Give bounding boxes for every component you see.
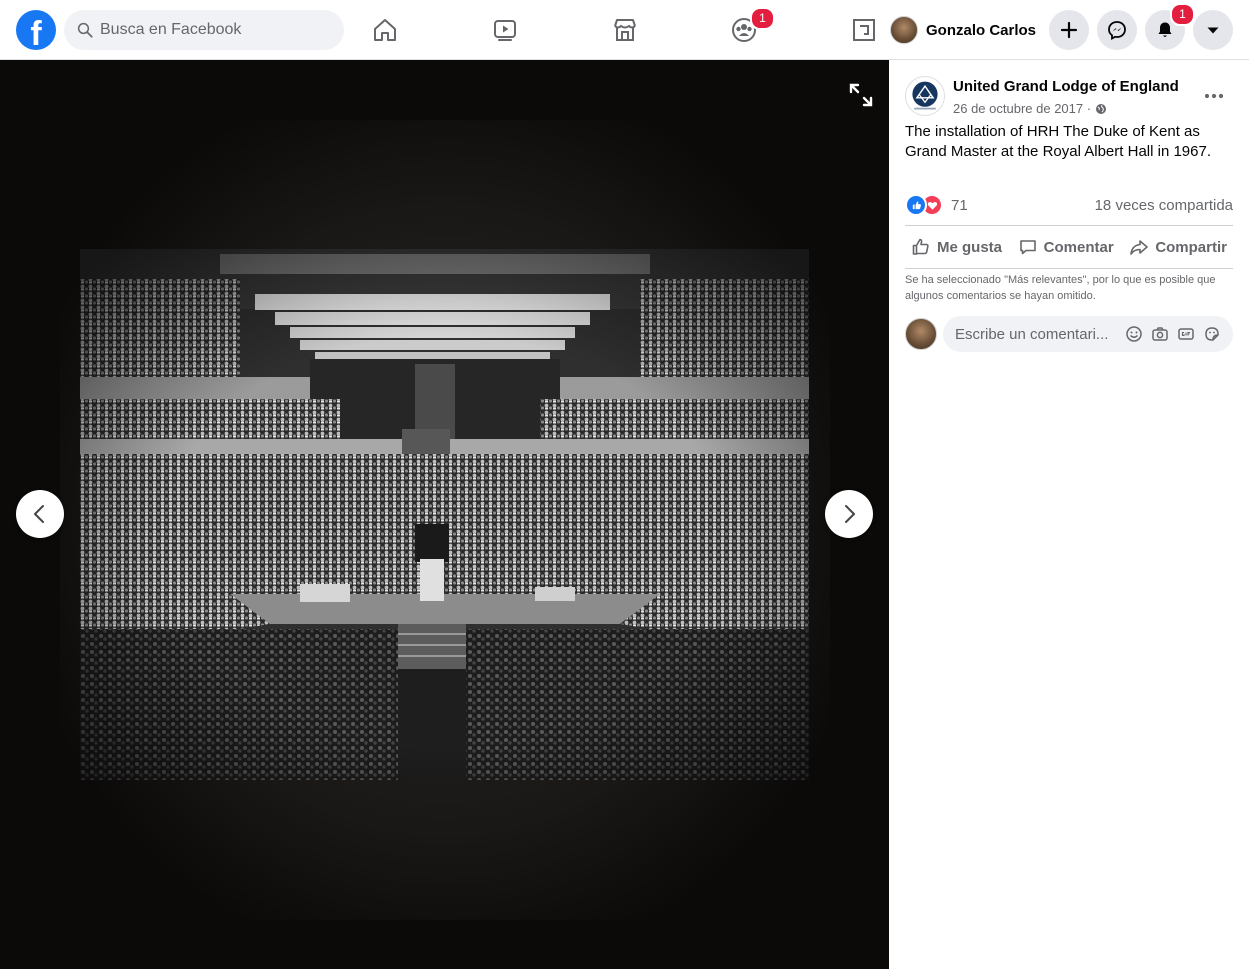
search-input[interactable] xyxy=(100,21,330,39)
comment-label: Comentar xyxy=(1043,238,1114,256)
create-button[interactable] xyxy=(1049,10,1089,50)
marketplace-nav-button[interactable] xyxy=(605,10,645,50)
home-icon xyxy=(374,19,396,41)
chevron-right-icon xyxy=(845,505,855,523)
post-actions: Me gusta Comentar Compartir xyxy=(905,230,1233,264)
gaming-icon xyxy=(853,19,875,41)
photo-viewer xyxy=(0,60,889,969)
emoji-icon xyxy=(1126,326,1142,342)
camera-icon xyxy=(1152,327,1168,341)
share-count[interactable]: 18 veces compartida xyxy=(1095,197,1233,214)
post-caption: The installation of HRH The Duke of Kent… xyxy=(905,123,1211,160)
account-menu-button[interactable] xyxy=(1193,10,1233,50)
reaction-count[interactable]: 71 xyxy=(951,197,968,214)
fullscreen-button[interactable] xyxy=(848,82,874,108)
search-bar[interactable] xyxy=(64,10,344,50)
profile-name: Gonzalo Carlos xyxy=(926,21,1037,39)
like-button[interactable]: Me gusta xyxy=(905,230,1008,264)
royal-albert-hall-photo xyxy=(80,249,809,780)
chevron-left-icon xyxy=(34,505,44,523)
messenger-icon xyxy=(1108,21,1126,40)
comment-composer xyxy=(905,316,1235,352)
comments-filter-notice: Se ha seleccionado "Más relevantes", por… xyxy=(905,274,1216,302)
expand-icon xyxy=(849,83,873,107)
previous-photo-button[interactable] xyxy=(16,490,64,538)
page-name[interactable]: United Grand Lodge of England xyxy=(953,78,1179,95)
gif-icon xyxy=(1178,328,1194,340)
avatar[interactable] xyxy=(905,318,937,350)
post-meta: 26 de octubre de 2017 · xyxy=(953,101,1107,116)
next-photo-button[interactable] xyxy=(825,490,873,538)
globe-icon xyxy=(1096,103,1107,114)
marketplace-icon xyxy=(614,19,636,41)
gif-button[interactable] xyxy=(1173,321,1199,347)
divider xyxy=(905,268,1233,269)
gaming-nav-button[interactable] xyxy=(844,10,884,50)
video-icon xyxy=(494,20,516,41)
more-horizontal-icon xyxy=(1204,93,1224,99)
sticker-button[interactable] xyxy=(1199,321,1225,347)
notifications-badge: 1 xyxy=(1170,3,1195,26)
search-icon xyxy=(77,22,93,38)
avatar xyxy=(890,16,918,44)
share-arrow-icon xyxy=(1130,240,1149,255)
ugle-logo-icon xyxy=(912,81,938,110)
like-label: Me gusta xyxy=(937,238,1003,256)
comment-tools xyxy=(1121,321,1233,347)
sticker-icon xyxy=(1205,327,1219,341)
plus-icon xyxy=(1060,21,1078,39)
post-photo[interactable] xyxy=(80,249,809,780)
divider xyxy=(905,225,1233,226)
like-reaction-icon[interactable] xyxy=(905,194,927,216)
facebook-logo-icon[interactable]: f xyxy=(16,10,56,50)
reactions-summary: 71 18 veces compartida xyxy=(905,194,1233,216)
top-navigation-bar: f 1 Gonzalo Carlos 1 xyxy=(0,0,1249,60)
thumbs-up-icon xyxy=(912,238,929,255)
watch-nav-button[interactable] xyxy=(485,10,525,50)
page-avatar[interactable] xyxy=(905,76,945,116)
home-nav-button[interactable] xyxy=(365,10,405,50)
comment-box[interactable] xyxy=(943,316,1233,352)
emoji-button[interactable] xyxy=(1121,321,1147,347)
comment-icon xyxy=(1019,240,1036,255)
post-date[interactable]: 26 de octubre de 2017 · xyxy=(953,101,1091,116)
profile-button[interactable]: Gonzalo Carlos xyxy=(890,14,1036,46)
post-details-panel: United Grand Lodge of England 26 de octu… xyxy=(889,60,1249,969)
groups-notification-badge: 1 xyxy=(750,7,775,30)
post-options-button[interactable] xyxy=(1199,82,1229,110)
messenger-button[interactable] xyxy=(1097,10,1137,50)
share-button[interactable]: Compartir xyxy=(1123,230,1233,264)
photo-button[interactable] xyxy=(1147,321,1173,347)
caret-down-icon xyxy=(1207,27,1219,34)
comment-input[interactable] xyxy=(955,325,1115,343)
share-label: Compartir xyxy=(1155,238,1227,256)
comment-button[interactable]: Comentar xyxy=(1012,230,1120,264)
